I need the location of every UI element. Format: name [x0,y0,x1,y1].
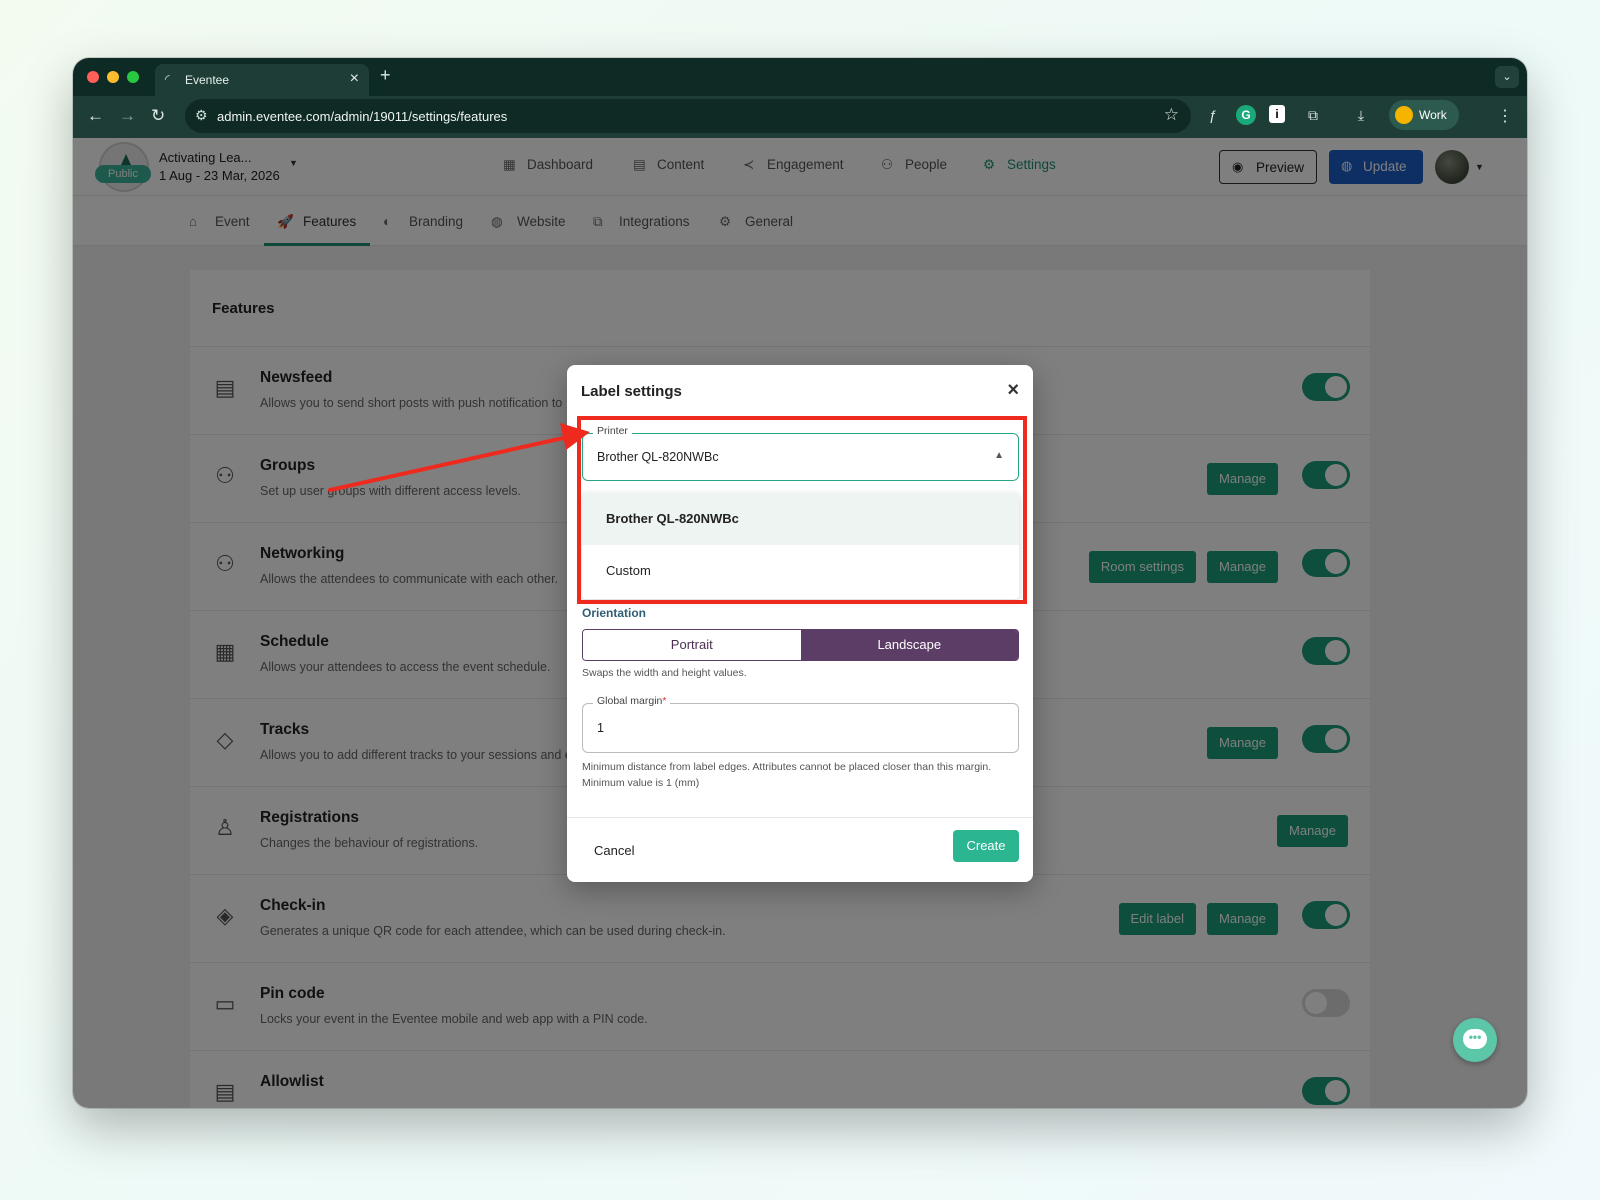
global-margin-hint: Minimum distance from label edges. Attri… [582,761,992,789]
modal-divider [567,817,1033,818]
create-button[interactable]: Create [953,830,1019,862]
close-icon[interactable]: × [1007,379,1019,402]
orientation-hint: Swaps the width and height values. [582,667,747,679]
tab-search-icon[interactable]: ⌄ [1495,66,1519,88]
modal-title: Label settings [581,383,682,400]
landscape-option[interactable]: Landscape [800,630,1018,660]
profile-label: Work [1419,108,1447,122]
bookmark-star-icon[interactable]: ☆ [1164,105,1179,125]
global-margin-input[interactable]: Global margin* 1 [582,695,1019,753]
annotation-highlight-box [577,416,1027,604]
site-settings-icon[interactable]: ⚙ [195,107,208,124]
grammarly-extension-icon[interactable]: G [1236,105,1256,125]
cancel-button[interactable]: Cancel [594,843,634,858]
address-bar[interactable]: ⚙ admin.eventee.com/admin/19011/settings… [185,99,1191,133]
close-tab-icon[interactable]: × [350,70,359,88]
profile-icon [1395,106,1413,124]
required-mark: * [662,695,667,707]
formula-extension-icon[interactable]: ƒ [1203,105,1223,125]
chat-button[interactable]: ••• [1453,1018,1497,1062]
chat-icon: ••• [1463,1029,1487,1049]
close-window-button[interactable] [87,71,99,83]
browser-tab[interactable]: ◜ Eventee × [155,64,369,96]
forward-icon[interactable]: → [119,106,136,126]
orientation-toggle: Portrait Landscape [582,629,1019,661]
url-text: admin.eventee.com/admin/19011/settings/f… [217,109,508,124]
portrait-option[interactable]: Portrait [583,630,801,660]
download-icon[interactable]: ⤓ [1351,105,1371,125]
browser-toolbar: ← → ↻ ⚙ admin.eventee.com/admin/19011/se… [73,96,1527,138]
profile-button[interactable]: Work [1389,100,1459,130]
global-margin-label-text: Global margin [597,695,663,707]
browser-tab-bar: ◜ Eventee × + ⌄ [73,58,1527,96]
loading-icon: ◜ [165,72,170,86]
tab-title: Eventee [185,73,230,87]
info-extension-icon[interactable]: i [1269,105,1285,123]
global-margin-label: Global margin* [593,695,671,707]
browser-menu-icon[interactable]: ⋮ [1497,106,1513,126]
maximize-window-button[interactable] [127,71,139,83]
global-margin-value: 1 [597,721,604,735]
reload-icon[interactable]: ↻ [151,106,165,126]
extensions-puzzle-icon[interactable]: ⧉ [1303,105,1323,125]
orientation-label: Orientation [582,606,647,620]
new-tab-icon[interactable]: + [380,65,391,86]
back-icon[interactable]: ← [87,106,104,126]
minimize-window-button[interactable] [107,71,119,83]
